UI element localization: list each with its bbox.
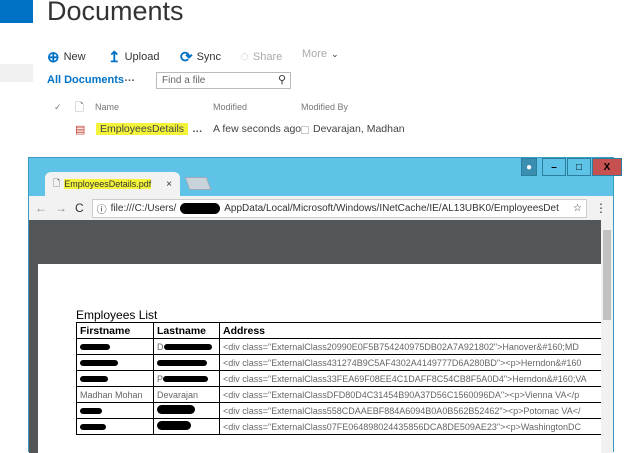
- pdf-title: Employees List: [76, 308, 158, 322]
- more-label: More: [302, 48, 328, 60]
- cell-lastname: [153, 418, 220, 435]
- nav-item[interactable]: [0, 64, 33, 82]
- cell-address: <div class="ExternalClass431274B9C5AF430…: [219, 354, 601, 371]
- cell-firstname: [76, 338, 154, 355]
- cell-address: <div class="ExternalClassDFD80D4C31454B9…: [219, 386, 601, 403]
- file-type-icon: 🗋: [75, 102, 84, 114]
- share-button[interactable]: ◌ Share: [240, 48, 282, 65]
- close-tab-icon[interactable]: ×: [166, 179, 172, 190]
- cell-address: <div class="ExternalClass07FE06489802443…: [219, 418, 601, 435]
- view-options-ellipsis[interactable]: …: [124, 72, 135, 84]
- header-lastname: Lastname: [153, 322, 220, 339]
- column-name[interactable]: Name: [95, 102, 119, 112]
- cell-lastname: P: [153, 370, 220, 387]
- sync-button[interactable]: ⟳ Sync: [180, 48, 221, 66]
- page-icon: 🗋: [53, 178, 61, 188]
- presence-checkbox: [301, 126, 309, 134]
- info-icon: ⓘ: [96, 204, 107, 216]
- bookmark-star-icon[interactable]: ☆: [573, 203, 582, 214]
- search-placeholder: Find a file: [162, 75, 206, 86]
- column-modified-by[interactable]: Modified By: [301, 102, 348, 112]
- table-row: <div class="ExternalClass431274B9C5AF430…: [76, 354, 601, 371]
- app-launcher-tile[interactable]: [0, 0, 33, 23]
- reload-icon[interactable]: C: [75, 201, 84, 215]
- upload-icon: ↥: [108, 49, 121, 66]
- cell-address: <div class="ExternalClass558CDAAEBF884A6…: [219, 402, 601, 419]
- select-all-check-icon[interactable]: ✓: [54, 102, 62, 113]
- redaction: [180, 202, 221, 214]
- cell-lastname: [153, 402, 220, 419]
- table-row: <div class="ExternalClass558CDAAEBF884A6…: [76, 402, 601, 419]
- table-header: Firstname Lastname Address: [76, 322, 601, 339]
- page-title: Documents: [47, 0, 184, 26]
- window-controls: ● – □ X: [521, 158, 622, 176]
- maximize-button[interactable]: □: [567, 158, 591, 176]
- new-button[interactable]: ⊕ New: [47, 48, 86, 66]
- search-input[interactable]: Find a file ⚲: [156, 72, 291, 89]
- cell-firstname: Madhan Mohan: [76, 386, 154, 403]
- sync-icon: ⟳: [180, 49, 193, 66]
- back-icon[interactable]: ←: [35, 201, 47, 215]
- menu-icon[interactable]: ⋮: [595, 201, 607, 215]
- cell-firstname: [76, 370, 154, 387]
- new-tab-button[interactable]: [184, 177, 212, 190]
- file-ellipsis[interactable]: …: [192, 123, 203, 135]
- plus-circle-icon: ⊕: [47, 49, 60, 66]
- cell-lastname: D: [153, 338, 220, 355]
- column-modified[interactable]: Modified: [213, 102, 247, 112]
- header-firstname: Firstname: [76, 322, 154, 339]
- pdf-icon: ▤: [75, 124, 86, 136]
- new-label: New: [63, 51, 86, 63]
- browser-window: 🗋 EmployeesDetails.pdf × ● – □ X ← → C ⓘ file…: [28, 157, 622, 453]
- browser-tab[interactable]: 🗋 EmployeesDetails.pdf ×: [45, 172, 180, 196]
- table-row: Madhan Mohan Devarajan <div class="Externa…: [76, 386, 601, 403]
- user-icon[interactable]: ●: [521, 158, 537, 176]
- file-modified-by: Devarajan, Madhan: [313, 123, 405, 135]
- sync-label: Sync: [196, 51, 222, 63]
- share-icon: ◌: [240, 48, 249, 65]
- share-label: Share: [252, 50, 283, 63]
- upload-label: Upload: [124, 51, 160, 63]
- upload-button[interactable]: ↥ Upload: [108, 48, 159, 66]
- url-prefix: file:///C:/Users/: [110, 202, 177, 214]
- forward-icon[interactable]: →: [55, 201, 67, 215]
- scrollbar-thumb[interactable]: [603, 230, 611, 320]
- url-suffix: AppData/Local/Microsoft/Windows/INetCach…: [224, 202, 559, 214]
- pdf-page: Employees List Firstname Lastname Address …: [38, 264, 601, 453]
- more-button[interactable]: More ⌄: [302, 48, 339, 60]
- cell-firstname: [76, 418, 154, 435]
- url-input[interactable]: ⓘ file:///C:/Users/AppData/Local/Microsof…: [91, 198, 587, 218]
- cell-lastname: [153, 354, 220, 371]
- close-button[interactable]: X: [592, 158, 622, 176]
- address-bar-row: ← → C ⓘ file:///C:/Users/AppData/Local/Micr…: [29, 196, 613, 220]
- cell-lastname: Devarajan: [153, 386, 220, 403]
- table-row: P <div class="ExternalClass33FEA69F08EE4C…: [76, 370, 601, 387]
- cell-firstname: [76, 354, 154, 371]
- cell-address: <div class="ExternalClass20990E0F5B75424…: [219, 338, 601, 355]
- tab-title: EmployeesDetails.pdf: [64, 179, 152, 189]
- file-link[interactable]: EmployeesDetails: [96, 123, 189, 135]
- file-modified: A few seconds ago: [213, 123, 302, 135]
- view-all-documents[interactable]: All Documents: [47, 74, 124, 86]
- chevron-down-icon: ⌄: [331, 48, 339, 59]
- cell-firstname: [76, 402, 154, 419]
- vertical-scrollbar[interactable]: [601, 220, 613, 453]
- cell-address: <div class="ExternalClass33FEA69F08EE4C1…: [219, 370, 601, 387]
- employees-table: Firstname Lastname Address D <div class="Ex…: [76, 322, 601, 435]
- header-address: Address: [219, 322, 601, 339]
- search-icon[interactable]: ⚲: [278, 73, 286, 86]
- table-row: <div class="ExternalClass07FE06489802443…: [76, 418, 601, 435]
- table-row: D <div class="ExternalClass20990E0F5B7542…: [76, 338, 601, 355]
- minimize-button[interactable]: –: [542, 158, 566, 176]
- pdf-viewer: Employees List Firstname Lastname Address …: [29, 220, 601, 453]
